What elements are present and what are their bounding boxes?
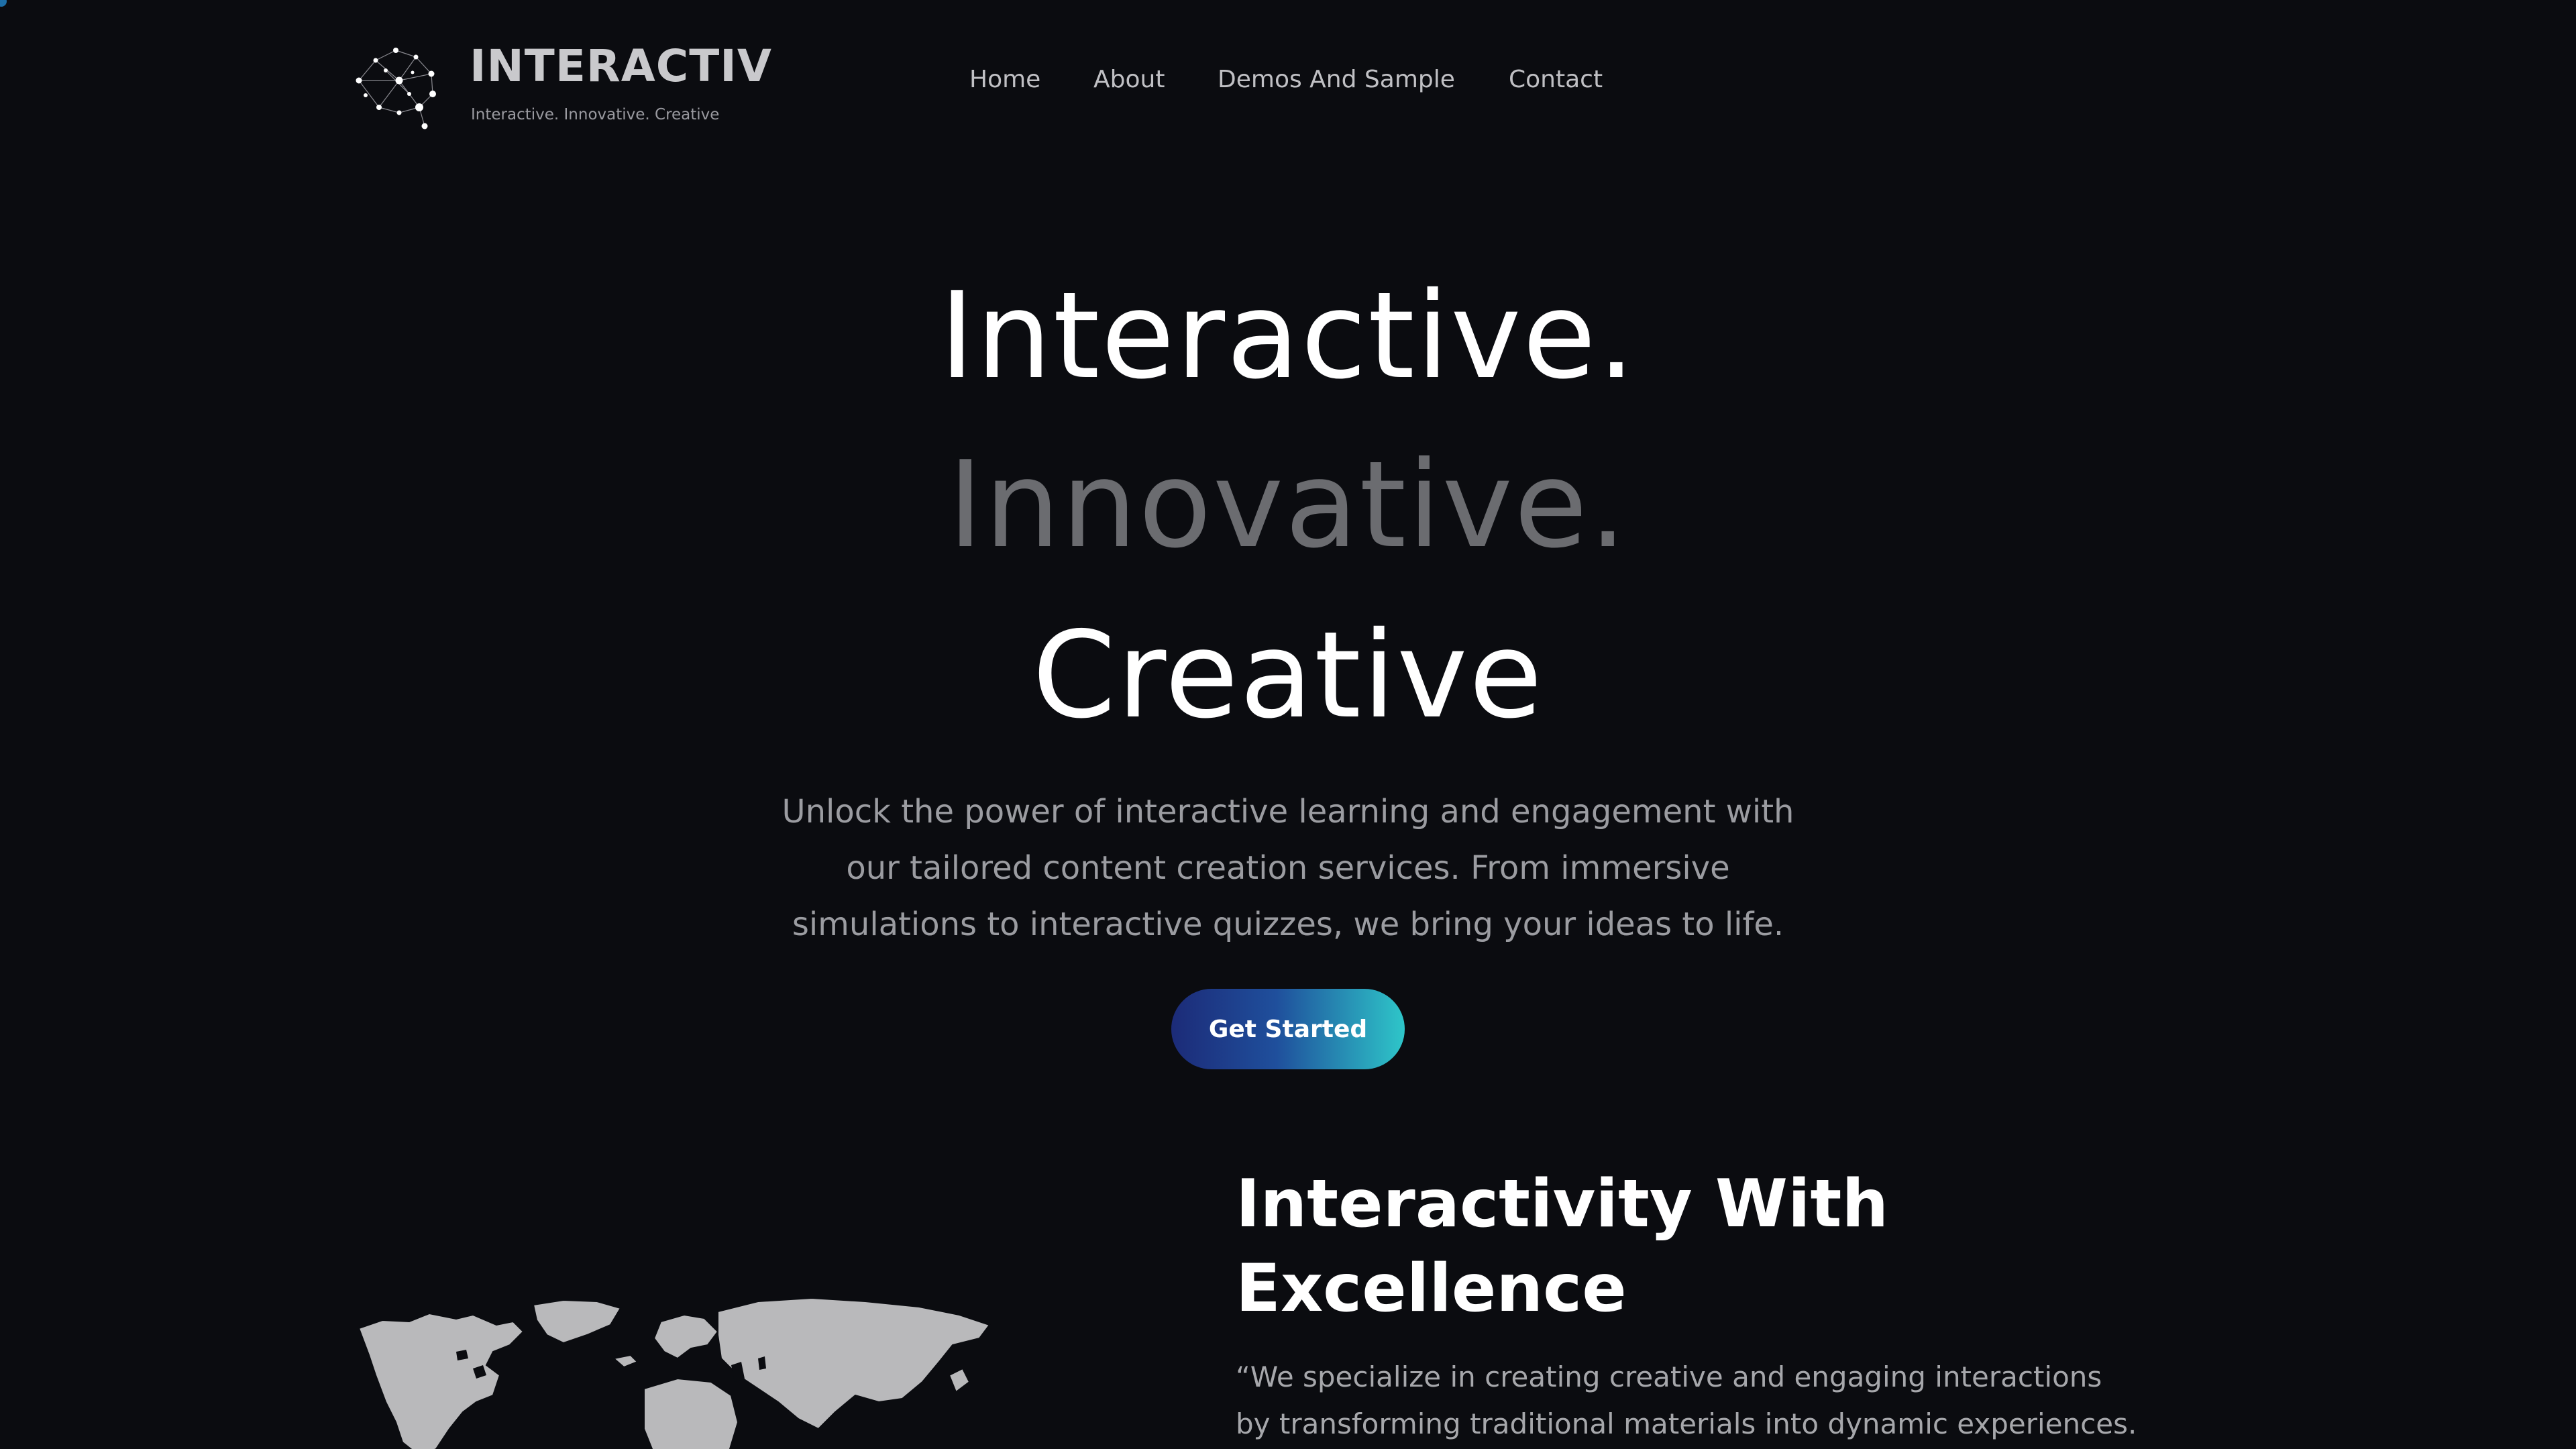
world-map-icon <box>356 1295 1000 1449</box>
hero-headline-interactive: Interactive. <box>939 266 1637 405</box>
feature-quote-line: “We specialize in creating creative and … <box>1236 1360 2102 1393</box>
nav-item-home[interactable]: Home <box>969 66 1040 93</box>
brand-name[interactable]: INTERACTIV <box>470 40 772 92</box>
hero-description-line: simulations to interactive quizzes, we b… <box>792 906 1784 943</box>
hero-description: Unlock the power of interactive learning… <box>765 784 1811 953</box>
nav-item-about[interactable]: About <box>1093 66 1165 93</box>
feature-title-line: Excellence <box>1236 1250 1627 1327</box>
feature-quote: “We specialize in creating creative and … <box>1236 1354 2175 1448</box>
get-started-button[interactable]: Get Started <box>1171 989 1405 1069</box>
brand-tagline: Interactive. Innovative. Creative <box>471 106 720 123</box>
brain-network-icon[interactable] <box>345 40 446 131</box>
nav-item-demos[interactable]: Demos And Sample <box>1218 66 1455 93</box>
hero-headline-creative: Creative <box>1032 606 1544 745</box>
feature-title: Interactivity With Excellence <box>1236 1162 2041 1331</box>
hero-description-line: our tailored content creation services. … <box>846 849 1730 887</box>
feature-quote-line: by transforming traditional materials in… <box>1236 1407 2137 1440</box>
hero-headline-innovative: Innovative. <box>947 435 1629 574</box>
site-header: INTERACTIV Interactive. Innovative. Crea… <box>0 0 2576 148</box>
nav-item-contact[interactable]: Contact <box>1509 66 1603 93</box>
feature-title-line: Interactivity With <box>1236 1166 1889 1242</box>
hero-description-line: Unlock the power of interactive learning… <box>782 793 1794 830</box>
